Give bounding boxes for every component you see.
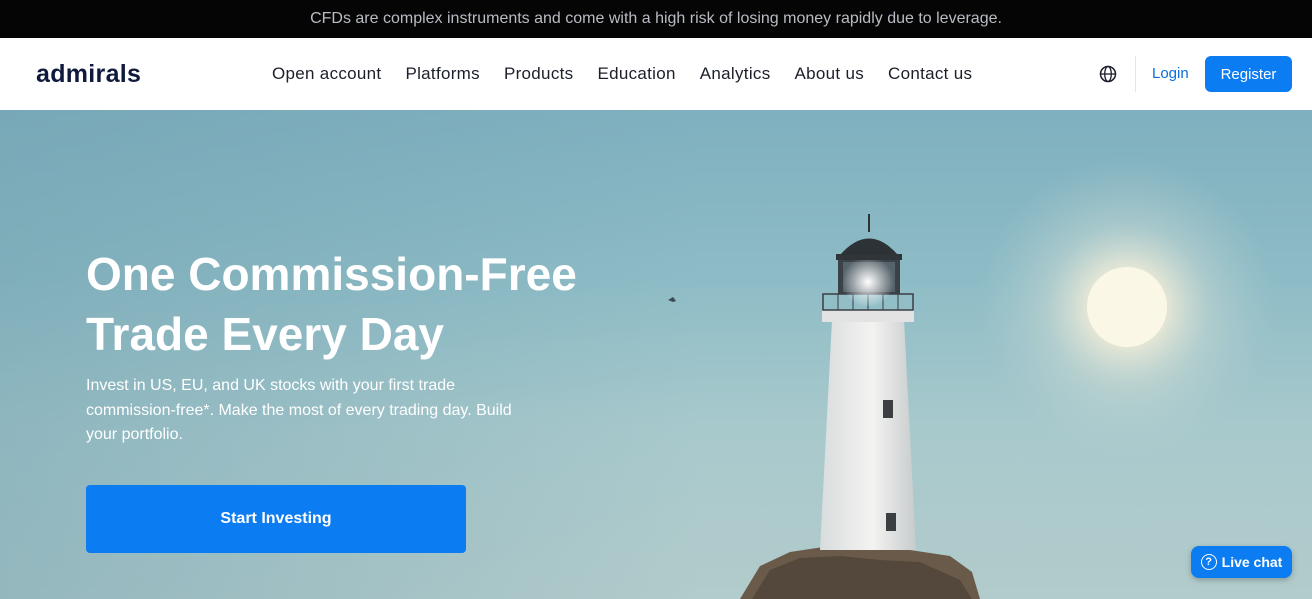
nav-contact-us[interactable]: Contact us [888,64,972,84]
header-divider [1135,56,1136,92]
nav-platforms[interactable]: Platforms [405,64,480,84]
live-chat-button[interactable]: ? Live chat [1191,546,1292,578]
admirals-logo[interactable]: admirals [36,60,141,89]
nav-analytics[interactable]: Analytics [700,64,771,84]
nav-education[interactable]: Education [597,64,675,84]
live-chat-label: Live chat [1221,554,1283,570]
hero-section: One Commission-Free Trade Every Day Inve… [0,110,1312,599]
nav-products[interactable]: Products [504,64,574,84]
login-link[interactable]: Login [1152,65,1189,82]
question-icon: ? [1200,554,1217,570]
hero-subtitle: Invest in US, EU, and UK stocks with you… [86,377,512,443]
register-button[interactable]: Register [1205,56,1292,92]
site-header: admirals Open account Platforms Products… [0,38,1312,110]
globe-icon[interactable] [1098,64,1118,84]
nav-about-us[interactable]: About us [795,64,865,84]
hero-title: One Commission-Free Trade Every Day [86,248,577,360]
risk-warning-text: CFDs are complex instruments and come wi… [310,10,1002,27]
main-nav: Open account Platforms Products Educatio… [260,38,984,110]
start-investing-button[interactable]: Start Investing [86,485,466,553]
nav-open-account[interactable]: Open account [272,64,381,84]
risk-warning-banner: CFDs are complex instruments and come wi… [0,0,1312,38]
